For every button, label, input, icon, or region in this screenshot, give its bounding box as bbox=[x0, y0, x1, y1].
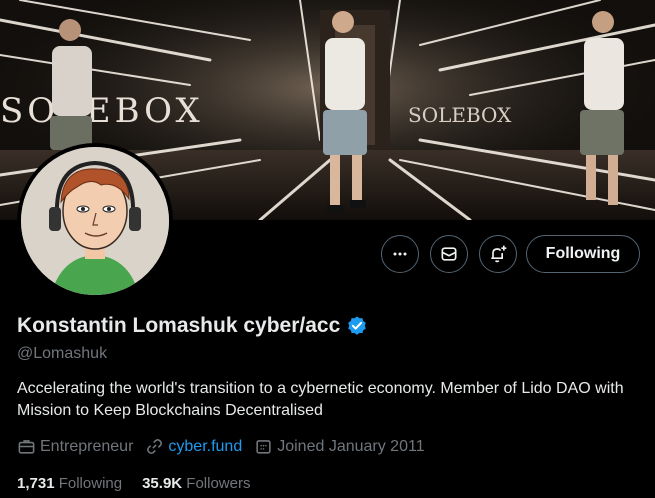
following-button[interactable]: Following bbox=[526, 235, 640, 273]
followers-stat[interactable]: 35.9K Followers bbox=[142, 475, 250, 492]
avatar[interactable] bbox=[17, 143, 173, 299]
joined-text: Joined January 2011 bbox=[277, 437, 425, 455]
profile-bio: Accelerating the world's transition to a… bbox=[17, 380, 624, 419]
website-link[interactable]: cyber.fund bbox=[168, 438, 242, 456]
notifications-button[interactable] bbox=[479, 235, 517, 273]
joined-item: Joined January 2011 bbox=[254, 437, 425, 456]
following-count: 1,731 bbox=[17, 475, 55, 492]
followers-count: 35.9K bbox=[142, 475, 183, 492]
profile-meta: Entrepreneur cyber.fund Joined January 2… bbox=[17, 437, 437, 456]
more-button[interactable] bbox=[381, 235, 419, 273]
briefcase-icon bbox=[18, 440, 35, 454]
bell-plus-icon bbox=[491, 245, 507, 263]
website-item[interactable]: cyber.fund bbox=[145, 437, 242, 456]
envelope-icon bbox=[441, 247, 457, 261]
banner-sign-left: SOLEBOX bbox=[0, 91, 204, 131]
profile-handle: @Lomashuk bbox=[17, 345, 108, 362]
banner-sign-right: SOLEBOX bbox=[408, 103, 512, 127]
avatar-drawing bbox=[21, 147, 169, 295]
profession-item: Entrepreneur bbox=[17, 437, 133, 456]
message-button[interactable] bbox=[430, 235, 468, 273]
profile-stats: 1,731 Following 35.9K Followers bbox=[17, 475, 270, 492]
followers-label: Followers bbox=[186, 475, 251, 492]
profession-text: Entrepreneur bbox=[40, 437, 134, 455]
following-stat[interactable]: 1,731 Following bbox=[17, 475, 122, 492]
profile-name-row: Konstantin Lomashuk cyber/acc bbox=[17, 314, 368, 338]
link-icon bbox=[147, 438, 163, 455]
verified-badge-icon[interactable] bbox=[346, 315, 368, 337]
profile-name: Konstantin Lomashuk cyber/acc bbox=[17, 314, 341, 337]
calendar-icon bbox=[256, 440, 271, 454]
following-label: Following bbox=[58, 475, 123, 492]
more-dots-icon bbox=[393, 252, 407, 256]
